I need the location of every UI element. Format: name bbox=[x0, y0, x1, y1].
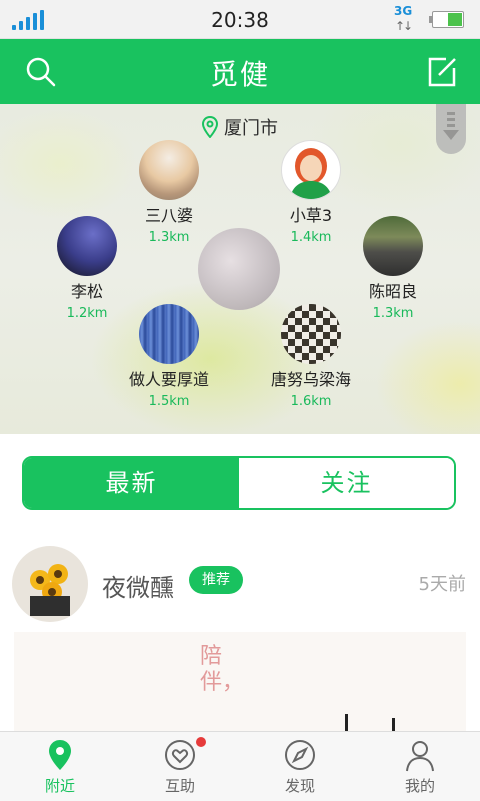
post-time: 5天前 bbox=[418, 574, 466, 595]
nearby-user[interactable]: 做人要厚道 1.5km bbox=[99, 304, 239, 409]
avatar bbox=[281, 304, 341, 364]
post-image-text: 陪伴， bbox=[200, 644, 245, 695]
nav-nearby[interactable]: 附近 bbox=[0, 732, 120, 801]
recommend-badge: 推荐 bbox=[189, 566, 243, 594]
compose-icon[interactable] bbox=[426, 56, 458, 88]
avatar bbox=[139, 140, 199, 200]
city-name: 厦门市 bbox=[224, 118, 278, 139]
avatar[interactable] bbox=[12, 546, 88, 622]
nav-label: 我的 bbox=[404, 777, 435, 795]
app-title: 觅健 bbox=[209, 58, 270, 91]
location-pin-icon bbox=[201, 115, 219, 139]
notification-dot bbox=[196, 737, 206, 747]
avatar bbox=[139, 304, 199, 364]
user-name: 李松 bbox=[70, 282, 103, 301]
nav-me[interactable]: 我的 bbox=[360, 732, 480, 801]
app-header: 觅健 bbox=[0, 39, 480, 104]
bottom-nav: 附近 互助 发现 我的 bbox=[0, 731, 480, 801]
user-name: 陈昭良 bbox=[368, 282, 417, 301]
person-icon bbox=[406, 741, 434, 772]
post-username[interactable]: 夜微醺 bbox=[102, 568, 174, 603]
compass-icon bbox=[285, 740, 315, 770]
user-name: 做人要厚道 bbox=[128, 370, 209, 389]
post-image[interactable]: 陪伴， bbox=[14, 632, 466, 732]
nav-label: 互助 bbox=[164, 777, 195, 795]
post-header: 夜微醺 推荐 5天前 bbox=[0, 540, 480, 626]
network-icon: 3G ↑↓ bbox=[394, 4, 413, 33]
avatar bbox=[57, 216, 117, 276]
nearby-map: 厦门市 三八婆 1.3km 小草3 1.4km 李松 1.2km 陈昭良 1.3… bbox=[0, 104, 480, 434]
user-distance: 1.5km bbox=[148, 394, 190, 409]
battery-icon bbox=[429, 11, 464, 28]
nav-help[interactable]: 互助 bbox=[120, 732, 240, 801]
avatar bbox=[363, 216, 423, 276]
location-pin-icon bbox=[49, 740, 71, 770]
city-location[interactable]: 厦门市 bbox=[0, 114, 480, 140]
tab-latest[interactable]: 最新 bbox=[24, 458, 239, 508]
nav-discover[interactable]: 发现 bbox=[240, 732, 360, 801]
feed-tabs: 最新 关注 bbox=[22, 456, 456, 510]
arrow-down-icon bbox=[443, 112, 459, 140]
nearby-user[interactable]: 唐努乌梁海 1.6km bbox=[241, 304, 381, 409]
nav-label: 发现 bbox=[284, 777, 315, 795]
heart-refresh-icon bbox=[165, 740, 195, 770]
user-distance: 1.6km bbox=[290, 394, 332, 409]
user-name: 唐努乌梁海 bbox=[270, 370, 351, 389]
nav-label: 附近 bbox=[44, 777, 75, 795]
tab-following[interactable]: 关注 bbox=[239, 458, 454, 508]
pull-refresh-handle[interactable] bbox=[436, 104, 466, 154]
avatar bbox=[281, 140, 341, 200]
status-bar: 20:38 3G ↑↓ bbox=[0, 0, 480, 39]
